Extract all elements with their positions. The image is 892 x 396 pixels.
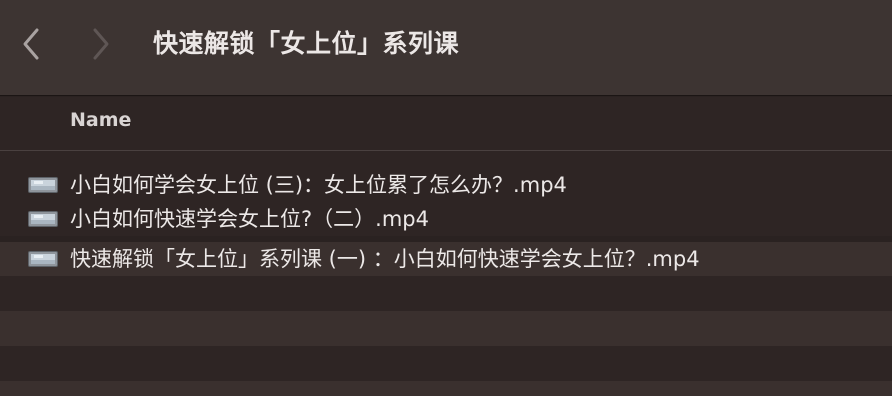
forward-button[interactable] [86, 26, 116, 62]
empty-list-row [0, 311, 892, 346]
empty-list-row [0, 276, 892, 311]
file-name: 小白如何学会女上位 (三)：女上位累了怎么办？.mp4 [70, 173, 567, 197]
column-header: Name [0, 97, 892, 151]
file-name: 快速解锁「女上位」系列课 (一) ：小白如何快速学会女上位？.mp4 [70, 247, 700, 271]
back-button[interactable] [16, 26, 46, 62]
video-file-icon [28, 211, 58, 227]
name-column-header[interactable]: Name [70, 109, 131, 131]
window-title: 快速解锁「女上位」系列课 [153, 29, 460, 58]
empty-list-row [0, 381, 892, 396]
empty-list-row [0, 346, 892, 381]
chevron-left-icon [23, 28, 39, 60]
video-file-icon [28, 177, 58, 193]
file-name: 小白如何快速学会女上位?（二）.mp4 [70, 207, 429, 231]
file-row[interactable]: 小白如何学会女上位 (三)：女上位累了怎么办？.mp4 [0, 168, 892, 202]
file-row[interactable]: 小白如何快速学会女上位?（二）.mp4 [0, 202, 892, 236]
chevron-right-icon [93, 28, 109, 60]
finder-window: 快速解锁「女上位」系列课 Name 小白如何学会女上位 (三)：女上位累了怎么办… [0, 0, 892, 396]
file-row[interactable]: 快速解锁「女上位」系列课 (一) ：小白如何快速学会女上位？.mp4 [0, 242, 892, 276]
toolbar: 快速解锁「女上位」系列课 [0, 0, 892, 96]
video-file-icon [28, 251, 58, 267]
file-list: 小白如何学会女上位 (三)：女上位累了怎么办？.mp4 小白如何快速学会女上位?… [0, 151, 892, 396]
